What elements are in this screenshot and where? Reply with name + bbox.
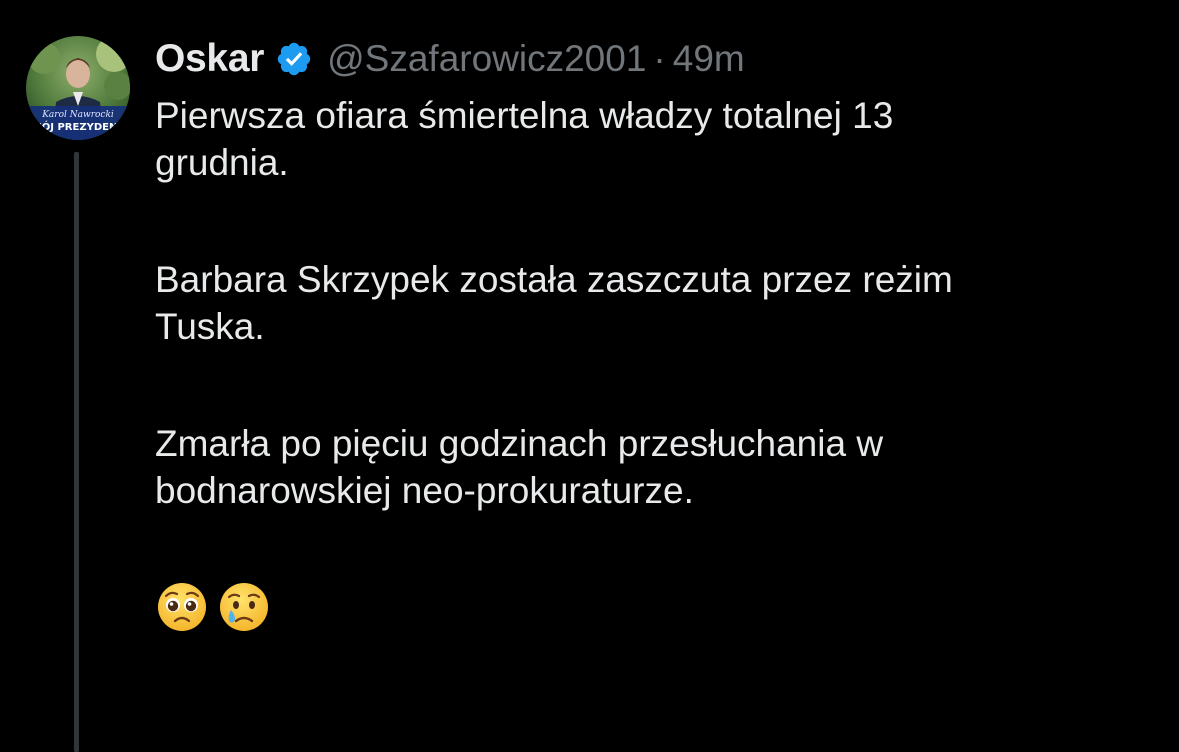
crying-face-icon — [217, 580, 271, 634]
separator-dot: · — [653, 38, 666, 79]
tweet-paragraph: Pierwsza ofiara śmiertelna władzy totaln… — [155, 92, 1145, 186]
tweet-paragraph: Zmarła po pięciu godzinach przesłuchania… — [155, 420, 1145, 514]
emoji-row — [155, 580, 1145, 634]
tweet-text-line: grudnia. — [155, 142, 289, 183]
avatar-column: Karol Nawrocki MÓJ PREZYDENT — [26, 36, 130, 752]
tweet-text-line: Tuska. — [155, 306, 265, 347]
tweet-text-line: Zmarła po pięciu godzinach przesłuchania… — [155, 423, 884, 464]
avatar-image: Karol Nawrocki MÓJ PREZYDENT — [26, 36, 130, 140]
tweet-text-line: Pierwsza ofiara śmiertelna władzy totaln… — [155, 95, 894, 136]
tweet-text: Pierwsza ofiara śmiertelna władzy totaln… — [155, 92, 1145, 634]
author-display-name[interactable]: Oskar — [155, 37, 264, 81]
tweet-text-line: Barbara Skrzypek została zaszczuta przez… — [155, 259, 953, 300]
tweet-text-line: bodnarowskiej neo-prokuraturze. — [155, 470, 694, 511]
author-handle[interactable]: @Szafarowicz2001 — [327, 38, 646, 80]
tweet[interactable]: Karol Nawrocki MÓJ PREZYDENT Oskar @Szaf… — [0, 0, 1179, 752]
avatar-banner-text: MÓJ PREZYDENT — [32, 120, 125, 133]
pleading-face-icon — [155, 580, 209, 634]
tweet-timestamp[interactable]: 49m — [673, 38, 745, 80]
thread-line — [74, 152, 79, 752]
verified-badge-icon[interactable] — [275, 40, 313, 78]
tweet-paragraph: Barbara Skrzypek została zaszczuta przez… — [155, 256, 1145, 350]
avatar-signature: Karol Nawrocki — [41, 110, 114, 120]
avatar[interactable]: Karol Nawrocki MÓJ PREZYDENT — [26, 36, 130, 140]
tweet-content: Oskar @Szafarowicz2001 · 49m Pierwsza of… — [155, 34, 1145, 634]
tweet-header: Oskar @Szafarowicz2001 · 49m — [155, 34, 1145, 84]
